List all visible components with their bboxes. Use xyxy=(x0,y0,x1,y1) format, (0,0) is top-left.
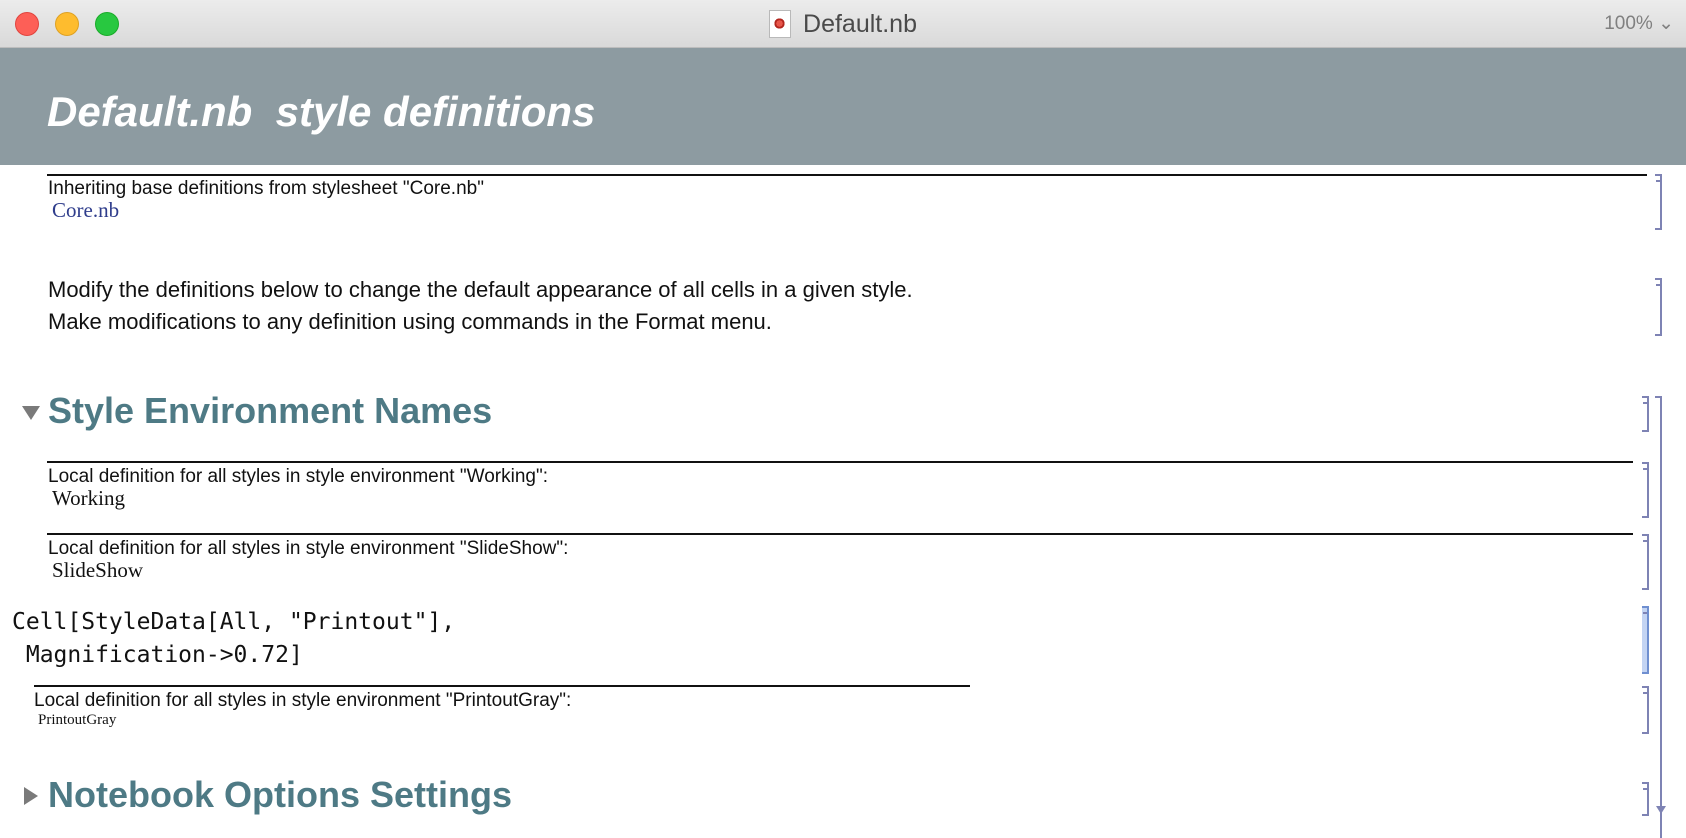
zoom-level-value: 100% xyxy=(1604,13,1653,34)
env-printoutgray-label: Local definition for all styles in style… xyxy=(34,690,572,711)
env-printoutgray-value: PrintoutGray xyxy=(38,712,117,728)
window-title-text: Default.nb xyxy=(803,9,917,38)
cell-divider xyxy=(47,174,1647,176)
code-line-1[interactable]: Cell[StyleData[All, "Printout"], xyxy=(12,605,455,639)
env-working-label: Local definition for all styles in style… xyxy=(48,466,548,487)
window-title: Default.nb xyxy=(0,0,1686,48)
cell-bracket[interactable] xyxy=(1642,782,1649,816)
banner-title: Default.nb style definitions xyxy=(47,88,596,135)
closed-group-arrow-icon xyxy=(1656,806,1666,814)
cell-bracket[interactable] xyxy=(1655,278,1662,336)
intro-line-1: Modify the definitions below to change t… xyxy=(48,277,913,302)
section-title-notebook-options-settings: Notebook Options Settings xyxy=(48,774,512,815)
cell-bracket[interactable] xyxy=(1642,396,1649,432)
env-working-value: Working xyxy=(52,486,125,510)
notebook-file-icon xyxy=(769,10,792,38)
cell-bracket[interactable] xyxy=(1642,534,1649,590)
stylesheet-label: Inheriting base definitions from stylesh… xyxy=(48,178,484,199)
collapse-triangle-icon[interactable] xyxy=(22,406,40,420)
cell-divider xyxy=(34,685,970,687)
window-titlebar: Default.nb 100% ⌄ xyxy=(0,0,1686,48)
chevron-down-icon: ⌄ xyxy=(1658,13,1674,34)
section-group-bracket[interactable] xyxy=(1655,396,1662,838)
stylesheet-link[interactable]: Core.nb xyxy=(52,198,119,223)
zoom-level-menu[interactable]: 100% ⌄ xyxy=(1604,12,1674,35)
intro-line-2: Make modifications to any definition usi… xyxy=(48,309,772,334)
cell-bracket[interactable] xyxy=(1642,462,1649,518)
env-slideshow-label: Local definition for all styles in style… xyxy=(48,538,569,559)
cell-divider xyxy=(47,461,1633,463)
code-line-2[interactable]: Magnification->0.72] xyxy=(12,638,303,672)
cell-divider xyxy=(47,533,1633,535)
cell-bracket[interactable] xyxy=(1655,174,1662,230)
cell-bracket[interactable] xyxy=(1642,686,1649,734)
stylesheet-banner: Default.nb style definitions xyxy=(0,48,1686,165)
expand-triangle-icon[interactable] xyxy=(24,787,38,805)
section-title-style-environment-names: Style Environment Names xyxy=(48,390,493,431)
env-slideshow-value: SlideShow xyxy=(52,558,144,582)
selected-cell-bracket[interactable] xyxy=(1642,606,1649,674)
